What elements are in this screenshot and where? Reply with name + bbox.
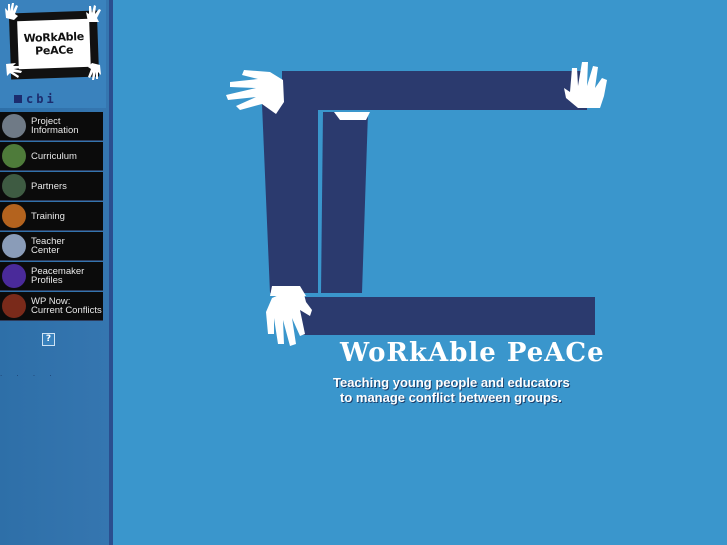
- hand-icon: [226, 70, 284, 114]
- hero-arms-illustration: [226, 62, 607, 346]
- top-arm: [282, 71, 587, 110]
- left-arm-outer: [262, 104, 318, 293]
- bottom-arm: [300, 297, 595, 335]
- left-arm-inner: [321, 112, 368, 293]
- hero-tagline-line-1: Teaching young people and educators: [333, 375, 570, 390]
- hero-tagline-line-2: to manage conflict between groups.: [340, 390, 562, 405]
- hero-title: WoRkAble PeACe: [340, 338, 605, 368]
- sleeve-accent: [334, 112, 370, 120]
- hero-title-text: WoRkAble PeACe: [340, 338, 605, 368]
